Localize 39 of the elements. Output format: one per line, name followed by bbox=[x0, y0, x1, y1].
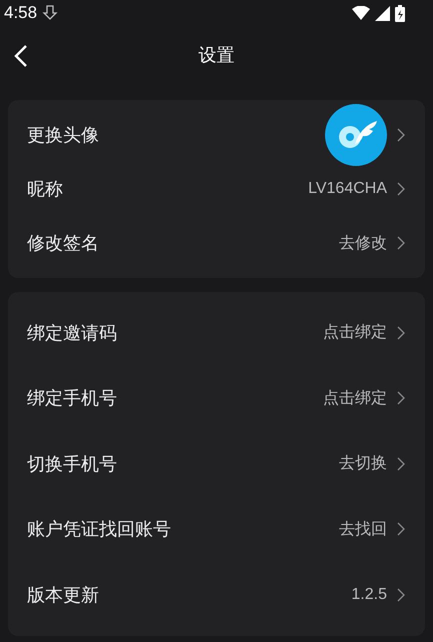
chevron-icon bbox=[397, 182, 405, 196]
row-label: 切换手机号 bbox=[27, 452, 118, 476]
row-label: 昵称 bbox=[27, 178, 64, 201]
chevron-icon bbox=[397, 236, 405, 250]
chevron-icon bbox=[397, 522, 405, 536]
chevron-icon bbox=[397, 391, 405, 406]
chevron-icon bbox=[397, 326, 405, 340]
battery-icon bbox=[395, 4, 405, 22]
row-label: 绑定邀请码 bbox=[27, 322, 118, 345]
chevron-icon bbox=[397, 128, 405, 142]
row-value: 去修改 bbox=[339, 234, 387, 254]
settings-row[interactable]: 版本更新 1.2.5 bbox=[8, 562, 425, 628]
avatar-icon bbox=[325, 104, 387, 166]
status-time: 4:58 bbox=[4, 3, 38, 23]
row-value: 点击绑定 bbox=[323, 388, 387, 409]
settings-row[interactable]: 更换头像 bbox=[8, 108, 425, 162]
settings-row[interactable]: 修改签名 去修改 bbox=[8, 216, 425, 270]
row-label: 账户凭证找回账号 bbox=[27, 518, 172, 542]
settings-row[interactable]: 账户凭证找回账号 去找回 bbox=[8, 496, 425, 562]
row-label: 更换头像 bbox=[27, 124, 100, 147]
settings-row[interactable]: 昵称 LV164CHA bbox=[8, 162, 425, 216]
row-label: 版本更新 bbox=[27, 584, 100, 607]
settings-row[interactable]: 切换手机号 去切换 bbox=[8, 431, 425, 496]
row-label: 绑定手机号 bbox=[27, 387, 118, 410]
chevron-icon bbox=[397, 456, 405, 471]
row-value: 去找回 bbox=[339, 520, 387, 540]
back-button[interactable] bbox=[14, 44, 28, 68]
row-label: 修改签名 bbox=[27, 232, 100, 255]
settings-row[interactable]: 绑定邀请码 点击绑定 bbox=[8, 300, 425, 366]
row-value: 点击绑定 bbox=[323, 322, 387, 344]
download-icon bbox=[42, 5, 58, 21]
signal-icon bbox=[375, 6, 390, 20]
row-value: 1.2.5 bbox=[351, 586, 387, 604]
row-value: 去切换 bbox=[339, 454, 387, 474]
row-value: LV164CHA bbox=[308, 180, 387, 198]
page-title: 设置 bbox=[198, 44, 234, 67]
settings-row[interactable]: 绑定手机号 点击绑定 bbox=[8, 366, 425, 431]
chevron-icon bbox=[397, 588, 405, 602]
wifi-icon bbox=[352, 6, 370, 20]
